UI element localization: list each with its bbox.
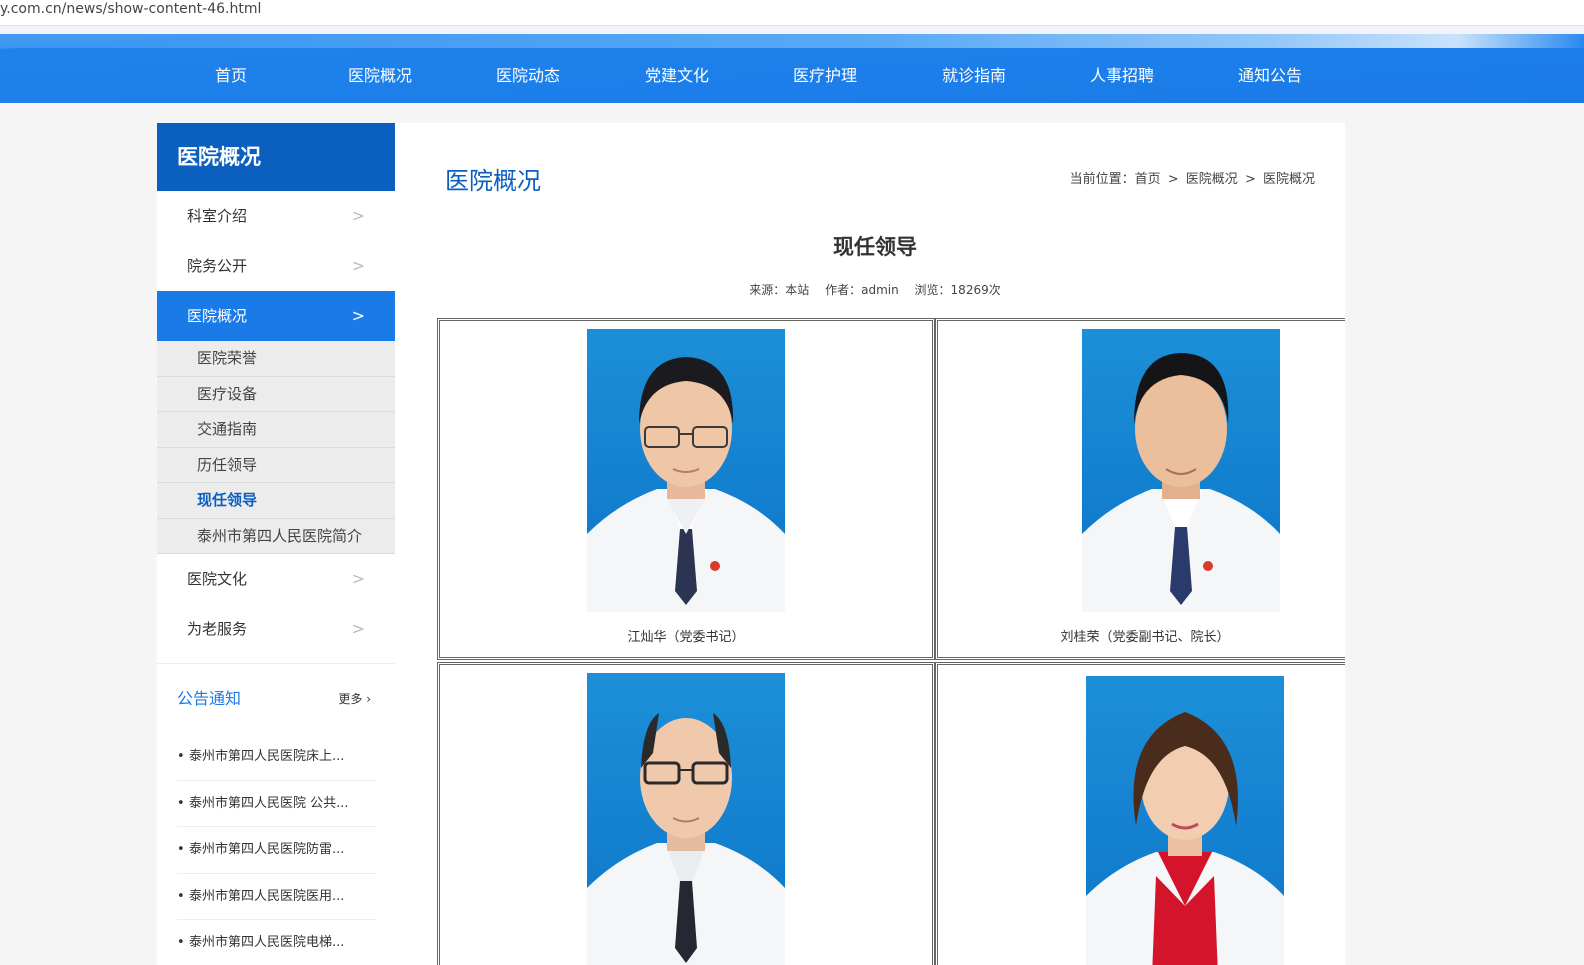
notice-link[interactable]: 泰州市第四人民医院 公共... (189, 796, 349, 811)
leader-caption: 刘桂荣（党委副书记、院长） (1060, 630, 1230, 645)
sidebar-heading: 医院概况 (157, 123, 395, 191)
nav-item-jobs[interactable]: 人事招聘 (1062, 50, 1182, 102)
nav-list: 首页 医院概况 医院动态 党建文化 医疗护理 就诊指南 人事招聘 通知公告 (157, 50, 1347, 102)
sidebar-submenu: 医院荣誉 医疗设备 交通指南 历任领导 现任领导 泰州市第四人民医院简介 (157, 341, 395, 554)
chevron-right-icon: > (351, 306, 365, 325)
leader-caption: 江灿华（党委书记） (627, 630, 745, 645)
list-item[interactable]: • 泰州市第四人民医院 公共... (177, 781, 377, 827)
bullet-icon: • (177, 749, 185, 764)
sidebar-item-label: 科室介绍 (187, 207, 248, 225)
nav-item-notices[interactable]: 通知公告 (1210, 50, 1330, 102)
article-author: 作者：admin (825, 283, 899, 297)
sidebar-item-label: 院务公开 (187, 257, 248, 275)
notice-link[interactable]: 泰州市第四人民医院床上... (189, 749, 344, 764)
leader-photo (1086, 676, 1284, 965)
breadcrumb-separator: > (1244, 172, 1256, 187)
submenu-item-equipment[interactable]: 医疗设备 (157, 377, 395, 412)
chevron-right-icon: > (351, 256, 365, 275)
chevron-right-icon: > (351, 206, 365, 225)
leader-cell: 刘桂荣（党委副书记、院长） (935, 318, 1345, 660)
nav-item-medical[interactable]: 医疗护理 (765, 50, 885, 102)
browser-url-bar[interactable]: y.com.cn/news/show-content-46.html (0, 0, 1584, 26)
article-meta: 来源：本站 作者：admin 浏览：18269次 (395, 281, 1345, 298)
leader-photo (587, 329, 785, 612)
breadcrumb-separator: > (1167, 172, 1179, 187)
url-text[interactable]: y.com.cn/news/show-content-46.html (0, 1, 261, 17)
notice-link[interactable]: 泰州市第四人民医院医用... (189, 889, 344, 904)
notice-title: 公告通知 (177, 689, 242, 708)
bullet-icon: • (177, 935, 185, 950)
leader-photo (1082, 329, 1280, 612)
bullet-icon: • (177, 888, 185, 904)
leader-cell: 江灿华（党委书记） (437, 318, 935, 660)
submenu-item-current-leaders[interactable]: 现任领导 (157, 483, 395, 519)
bullet-icon: • (177, 795, 185, 811)
browser-top-band (0, 26, 1584, 34)
main-content: 医院概况 当前位置：首页 > 医院概况 > 医院概况 现任领导 来源：本站 作者… (395, 123, 1345, 965)
sidebar-item-departments[interactable]: 科室介绍 > (157, 191, 395, 241)
sidebar-item-culture[interactable]: 医院文化 > (157, 554, 395, 604)
breadcrumb-section[interactable]: 医院概况 (1186, 172, 1238, 187)
article-title: 现任领导 (833, 235, 917, 259)
sidebar-item-elder-service[interactable]: 为老服务 > (157, 604, 395, 654)
sidebar-item-overview[interactable]: 医院概况 > (157, 291, 395, 341)
list-item[interactable]: • 泰州市第四人民医院医用... (177, 874, 377, 920)
chevron-right-icon: > (351, 619, 365, 638)
leader-cell (437, 662, 935, 965)
breadcrumb-prefix: 当前位置： (1069, 172, 1135, 187)
sidebar-item-label: 医院文化 (187, 570, 248, 588)
bullet-icon: • (177, 842, 185, 857)
breadcrumb-home[interactable]: 首页 (1135, 172, 1161, 187)
article-source: 来源：本站 (749, 283, 810, 297)
list-item[interactable]: • 泰州市第四人民医院床上... (177, 734, 377, 781)
submenu-item-traffic[interactable]: 交通指南 (157, 412, 395, 448)
more-label: 更多 (338, 692, 363, 706)
nav-item-news[interactable]: 医院动态 (468, 50, 588, 102)
sidebar-divider (157, 654, 395, 664)
notice-header: 公告通知 更多 › (157, 664, 395, 734)
nav-item-home[interactable]: 首页 (171, 50, 291, 102)
nav-item-party[interactable]: 党建文化 (617, 50, 737, 102)
main-nav: 首页 医院概况 医院动态 党建文化 医疗护理 就诊指南 人事招聘 通知公告 (0, 34, 1584, 103)
leader-cell (935, 662, 1345, 965)
nav-item-guide[interactable]: 就诊指南 (914, 50, 1034, 102)
list-item[interactable]: • 泰州市第四人民医院防雷... (177, 827, 377, 874)
nav-item-overview[interactable]: 医院概况 (320, 50, 440, 102)
chevron-right-icon: > (351, 569, 365, 588)
notice-more-link[interactable]: 更多 › (338, 664, 371, 734)
notice-link[interactable]: 泰州市第四人民医院电梯... (189, 935, 344, 950)
page-title: 医院概况 (445, 167, 541, 195)
leader-photo (587, 673, 785, 965)
submenu-item-intro[interactable]: 泰州市第四人民医院简介 (157, 519, 395, 554)
submenu-item-honors[interactable]: 医院荣誉 (157, 341, 395, 377)
sidebar-item-affairs[interactable]: 院务公开 > (157, 241, 395, 291)
sidebar-item-label: 为老服务 (187, 620, 248, 638)
notice-list: • 泰州市第四人民医院床上... • 泰州市第四人民医院 公共... • 泰州市第四人… (157, 734, 395, 965)
breadcrumb-current: 医院概况 (1262, 172, 1315, 187)
notice-link[interactable]: 泰州市第四人民医院防雷... (189, 842, 344, 857)
chevron-right-icon: › (366, 692, 371, 706)
sidebar: 医院概况 科室介绍 > 院务公开 > 医院概况 > 医院荣誉 医疗设备 交通指南… (157, 123, 395, 965)
article-views: 浏览：18269次 (914, 283, 1001, 297)
breadcrumb: 当前位置：首页 > 医院概况 > 医院概况 (1070, 168, 1315, 187)
sidebar-item-label: 医院概况 (187, 307, 248, 325)
list-item[interactable]: • 泰州市第四人民医院电梯... (177, 920, 377, 965)
nav-decoration (0, 34, 1584, 48)
submenu-item-past-leaders[interactable]: 历任领导 (157, 448, 395, 483)
